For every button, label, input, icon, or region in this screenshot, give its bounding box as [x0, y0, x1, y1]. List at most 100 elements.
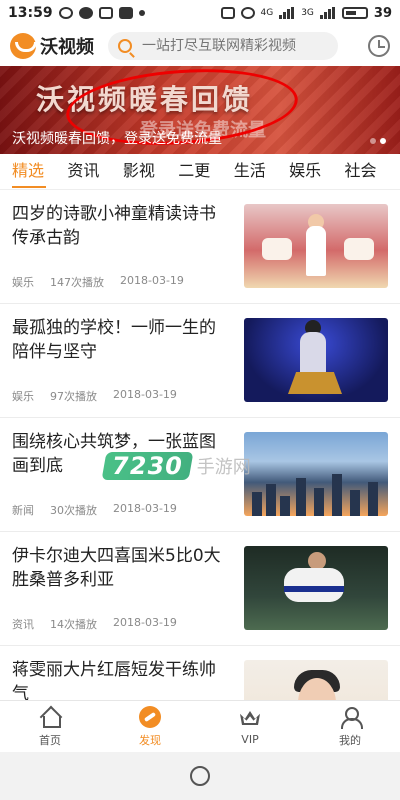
logo-icon	[10, 33, 37, 59]
network-label-1: 4G	[260, 8, 274, 18]
signal-icon	[279, 7, 295, 19]
feed-item-thumbnail[interactable]	[244, 660, 388, 700]
thumbnail-shape	[296, 478, 306, 516]
feed-item[interactable]: 蒋雯丽大片红唇短发干练帅气	[0, 646, 400, 700]
nav-profile[interactable]: 我的	[300, 701, 400, 752]
feed-item-meta: 新闻 30次播放 2018-03-19	[12, 502, 177, 518]
thumbnail-shape	[284, 568, 344, 602]
feed-item-plays: 14次播放	[50, 618, 97, 631]
feed-item-title: 最孤独的学校！一师一生的陪伴与坚守	[12, 318, 216, 362]
banner-caption: 沃视频暖春回馈，登录送免费流量	[12, 131, 222, 147]
thumbnail-shape	[288, 372, 342, 394]
compass-icon	[139, 705, 161, 728]
thumbnail-shape	[332, 474, 342, 516]
feed-item-meta: 娱乐 147次播放 2018-03-19	[12, 274, 184, 290]
thumbnail-shape	[344, 238, 374, 260]
signal-icon-2	[319, 7, 336, 19]
bottom-navigation: 首页 发现 VIP 我的	[0, 700, 400, 752]
tab-featured[interactable]: 精选	[12, 154, 67, 190]
feed-item-category: 资讯	[12, 618, 34, 631]
app-logo[interactable]: 沃视频	[10, 33, 94, 59]
tab-film[interactable]: 影视	[123, 154, 178, 190]
watermark: 7230 手游网	[101, 452, 251, 480]
tab-news[interactable]: 资讯	[67, 154, 122, 190]
search-input[interactable]	[142, 38, 322, 54]
status-notification-icons	[58, 7, 145, 19]
thumbnail-shape	[306, 226, 326, 276]
feed-item-date: 2018-03-19	[113, 388, 177, 401]
message-icon	[78, 7, 93, 19]
feed-item-date: 2018-03-19	[113, 502, 177, 515]
category-tabs: 精选 资讯 影视 二更 生活 娱乐 社会	[0, 154, 400, 190]
search-icon	[118, 39, 132, 53]
banner-pager-dots	[370, 138, 386, 144]
nav-discover-label: 发现	[139, 733, 161, 747]
system-home-button[interactable]	[190, 766, 210, 786]
image-icon	[98, 7, 113, 19]
logo-text: 沃视频	[40, 37, 94, 58]
feed-item-title: 伊卡尔迪大四喜国米5比0大胜桑普多利亚	[12, 546, 221, 590]
battery-icon	[341, 7, 368, 19]
system-navigation-bar	[0, 752, 400, 800]
vibrate-icon	[220, 7, 235, 19]
thumbnail-shape	[262, 238, 292, 260]
tab-society[interactable]: 社会	[345, 154, 400, 190]
feed-item-thumbnail[interactable]	[244, 432, 388, 516]
battery-level: 39	[373, 5, 392, 21]
promo-banner[interactable]: 沃视频暖春回馈 登录送免费流量 沃视频暖春回馈，登录送免费流量	[0, 66, 400, 154]
history-icon[interactable]	[368, 35, 390, 57]
video-feed: 四岁的诗歌小神童精读诗书传承古韵 娱乐 147次播放 2018-03-19 最孤…	[0, 190, 400, 700]
tab-life[interactable]: 生活	[234, 154, 289, 190]
feed-item-title: 四岁的诗歌小神童精读诗书传承古韵	[12, 204, 216, 248]
tab-ergeng[interactable]: 二更	[178, 154, 233, 190]
feed-item-date: 2018-03-19	[120, 274, 184, 287]
thumbnail-shape	[350, 490, 360, 516]
pager-dot[interactable]	[370, 138, 376, 144]
feed-item-meta: 资讯 14次播放 2018-03-19	[12, 616, 177, 632]
feed-item-date: 2018-03-19	[113, 616, 177, 629]
wifi-icon	[240, 7, 255, 19]
status-bar: 13:59 4G 3G 39	[0, 0, 400, 26]
feed-item-plays: 97次播放	[50, 390, 97, 403]
feed-item-title: 蒋雯丽大片红唇短发干练帅气	[12, 660, 216, 700]
thumbnail-shape	[284, 586, 344, 592]
status-system-icons: 4G 3G 39	[220, 5, 392, 21]
nav-home[interactable]: 首页	[0, 701, 100, 752]
home-icon	[39, 706, 61, 728]
nav-home-label: 首页	[39, 733, 61, 747]
feed-item[interactable]: 四岁的诗歌小神童精读诗书传承古韵 娱乐 147次播放 2018-03-19	[0, 190, 400, 304]
app-header: 沃视频	[0, 26, 400, 66]
nav-discover[interactable]: 发现	[100, 701, 200, 752]
thumbnail-shape	[266, 484, 276, 516]
search-bar[interactable]	[108, 32, 338, 60]
status-time: 13:59	[8, 5, 53, 21]
feed-item-thumbnail[interactable]	[244, 204, 388, 288]
watermark-text: 手游网	[196, 457, 251, 478]
feed-item-category: 娱乐	[12, 390, 34, 403]
tab-entertainment[interactable]: 娱乐	[289, 154, 344, 190]
feed-item-thumbnail[interactable]	[244, 546, 388, 630]
thumbnail-shape	[252, 492, 262, 516]
user-icon	[339, 706, 363, 729]
feed-item-category: 娱乐	[12, 276, 34, 289]
network-label-2: 3G	[301, 8, 314, 18]
feed-item-plays: 30次播放	[50, 504, 97, 517]
pager-dot-active[interactable]	[380, 138, 386, 144]
dots-icon	[138, 10, 145, 16]
feed-item-plays: 147次播放	[50, 276, 104, 289]
feed-item[interactable]: 最孤独的学校！一师一生的陪伴与坚守 娱乐 97次播放 2018-03-19	[0, 304, 400, 418]
feed-item-category: 新闻	[12, 504, 34, 517]
nav-vip-label: VIP	[241, 733, 259, 746]
feed-item-meta: 娱乐 97次播放 2018-03-19	[12, 388, 177, 404]
thumbnail-shape	[368, 482, 378, 516]
video-icon	[118, 7, 133, 19]
thumbnail-shape	[280, 496, 290, 516]
infinity-icon	[58, 7, 73, 19]
thumbnail-shape	[314, 488, 324, 516]
crown-icon	[239, 707, 261, 729]
watermark-badge: 7230	[101, 452, 194, 480]
nav-vip[interactable]: VIP	[200, 701, 300, 752]
feed-item-thumbnail[interactable]	[244, 318, 388, 402]
feed-item[interactable]: 伊卡尔迪大四喜国米5比0大胜桑普多利亚 资讯 14次播放 2018-03-19	[0, 532, 400, 646]
nav-profile-label: 我的	[339, 733, 361, 747]
